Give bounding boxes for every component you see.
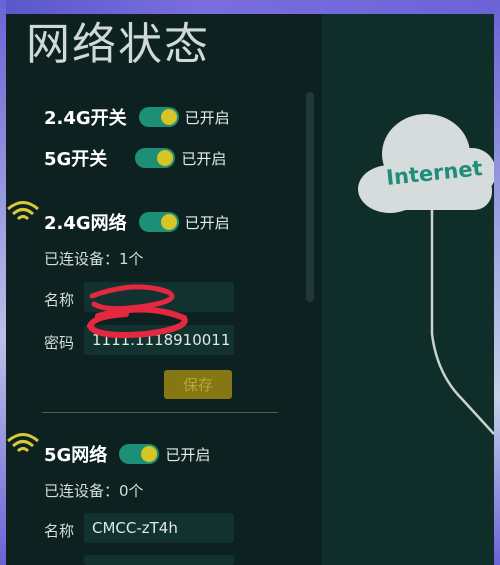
section-divider bbox=[42, 412, 278, 413]
name-label-5g: 名称 bbox=[44, 522, 75, 540]
devices-count-5g: 已连设备：0个 bbox=[44, 482, 144, 500]
toggle-5g[interactable] bbox=[135, 148, 176, 168]
status-24g-switch: 已开启 bbox=[184, 108, 230, 127]
toggle-knob bbox=[160, 214, 177, 230]
toggle-knob bbox=[141, 446, 158, 462]
toggle-24g[interactable] bbox=[138, 107, 179, 127]
connection-line bbox=[430, 199, 494, 435]
save-button[interactable]: 保存 bbox=[164, 370, 232, 399]
wifi-icon bbox=[7, 433, 39, 453]
password-label-24g: 密码 bbox=[44, 334, 75, 352]
toggle-knob bbox=[160, 109, 177, 125]
toggle-knob bbox=[157, 150, 174, 166]
status-5g-switch: 已开启 bbox=[181, 149, 227, 168]
switch-label-5g: 5G开关 bbox=[44, 149, 108, 170]
switch-label-24g: 2.4G开关 bbox=[44, 108, 127, 129]
network-row-24g: 2.4G网络 已开启 bbox=[44, 209, 230, 235]
name-field-5g[interactable]: CMCC-zT4h bbox=[84, 513, 234, 543]
network-label-24g: 2.4G网络 bbox=[44, 213, 127, 234]
right-frame bbox=[494, 0, 500, 565]
devices-count-24g: 已连设备：1个 bbox=[44, 250, 144, 268]
scrollbar[interactable] bbox=[306, 92, 314, 302]
toggle-network-24g[interactable] bbox=[138, 212, 179, 232]
status-network-5g: 已开启 bbox=[165, 445, 211, 464]
password-field-5g[interactable] bbox=[84, 555, 234, 565]
toggle-network-5g[interactable] bbox=[119, 444, 160, 464]
switch-row-5g: 5G开关 已开启 bbox=[44, 145, 226, 171]
redaction-scribble bbox=[86, 284, 188, 338]
network-diagram bbox=[358, 114, 494, 435]
network-label-5g: 5G网络 bbox=[44, 445, 108, 466]
switch-row-24g: 2.4G开关 已开启 bbox=[44, 104, 230, 130]
name-label-24g: 名称 bbox=[44, 291, 75, 309]
network-row-5g: 5G网络 已开启 bbox=[44, 441, 210, 467]
wifi-icon bbox=[7, 201, 39, 221]
page-title: 网络状态 bbox=[26, 19, 210, 70]
diagram-panel: Internet bbox=[322, 14, 494, 565]
status-network-24g: 已开启 bbox=[184, 213, 230, 232]
